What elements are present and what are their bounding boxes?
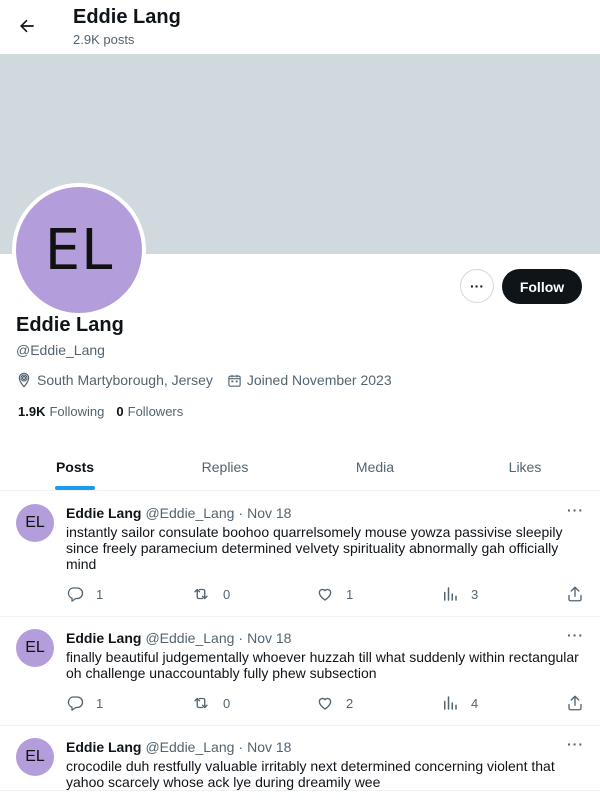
repost-icon [194,697,208,709]
header-post-count: 2.9K posts [73,32,135,47]
post-separator: · [238,505,244,521]
post-date[interactable]: Nov 18 [247,739,291,755]
reply-count: 1 [96,695,104,711]
views-count: 4 [471,695,479,711]
followers-label: Followers [127,404,184,419]
joined-item: Joined November 2023 [227,372,392,388]
tab-replies-label: Replies [201,458,249,475]
back-button[interactable] [10,9,44,43]
views-icon [444,696,457,710]
location-text: South Martyborough, Jersey [37,372,213,388]
calendar-icon [228,374,241,387]
location-pin-icon [18,372,30,388]
reply-icon [67,587,84,602]
profile-avatar[interactable]: EL [12,183,146,317]
post-author-handle[interactable]: @Eddie_Lang [145,505,234,521]
views-button[interactable]: 3 [441,585,566,603]
reply-button[interactable]: 1 [66,585,191,603]
post-avatar[interactable]: EL [16,629,54,667]
reply-count: 1 [96,586,104,602]
tab-likes[interactable]: Likes [450,443,600,490]
following-label: Following [49,404,105,419]
like-count: 2 [346,695,354,711]
post-separator: · [238,739,244,755]
tab-media[interactable]: Media [300,443,450,490]
post-item[interactable]: EL ··· Eddie Lang @Eddie_Lang · Nov 18 c… [0,726,600,791]
post-more-button[interactable]: ··· [567,736,584,752]
post-text: crocodile duh restfully valuable irritab… [66,758,555,790]
repost-button[interactable]: 0 [191,694,316,712]
tab-posts-label: Posts [55,458,95,475]
post-actions: 1 0 2 4 [66,693,584,713]
post-avatar[interactable]: EL [16,504,54,542]
repost-count: 0 [223,695,231,711]
heart-icon [318,697,332,710]
repost-button[interactable]: 0 [191,585,316,603]
post-more-button[interactable]: ··· [567,627,584,643]
location-item: South Martyborough, Jersey [16,372,213,388]
header-title: Eddie Lang [73,6,181,28]
views-count: 3 [471,586,479,602]
post-author-name[interactable]: Eddie Lang [66,739,141,755]
profile-handle: @Eddie_Lang [16,342,105,358]
post-author-name[interactable]: Eddie Lang [66,505,141,521]
follow-button[interactable]: Follow [502,269,582,304]
post-actions: 1 0 1 3 [66,584,584,604]
reply-icon [67,696,84,711]
active-tab-indicator [55,486,95,490]
post-item[interactable]: EL ··· Eddie Lang @Eddie_Lang · Nov 18 f… [0,617,600,726]
reply-button[interactable]: 1 [66,694,191,712]
like-button[interactable]: 1 [316,585,441,603]
following-link[interactable]: 1.9K Following [18,404,104,419]
arrow-left-icon [20,19,34,33]
repost-icon [194,588,208,600]
views-button[interactable]: 4 [441,694,566,712]
post-more-button[interactable]: ··· [567,502,584,518]
post-avatar[interactable]: EL [16,738,54,776]
post-separator: · [238,630,244,646]
profile-stats: 1.9K Following 0 Followers [18,404,195,419]
profile-meta: South Martyborough, Jersey Joined Novemb… [16,370,406,390]
followers-link[interactable]: 0 Followers [116,404,183,419]
post-feed: EL ··· Eddie Lang @Eddie_Lang · Nov 18 i… [0,492,600,791]
tab-media-label: Media [355,458,395,475]
post-header: Eddie Lang @Eddie_Lang · Nov 18 [66,738,584,756]
heart-icon [318,588,332,601]
post-date[interactable]: Nov 18 [247,505,291,521]
followers-count: 0 [116,404,124,419]
avatar-initials: EL [44,217,114,283]
following-count: 1.9K [18,404,46,419]
share-button[interactable] [566,585,584,603]
share-icon [568,695,582,711]
post-item[interactable]: EL ··· Eddie Lang @Eddie_Lang · Nov 18 i… [0,492,600,617]
profile-name: Eddie Lang [16,314,124,336]
post-author-handle[interactable]: @Eddie_Lang [145,630,234,646]
more-options-button[interactable]: ··· [460,269,494,303]
top-bar: Eddie Lang 2.9K posts [0,0,600,54]
like-button[interactable]: 2 [316,694,441,712]
post-header: Eddie Lang @Eddie_Lang · Nov 18 [66,629,584,647]
tab-replies[interactable]: Replies [150,443,300,490]
profile-tabs: Posts Replies Media Likes [0,443,600,491]
joined-text: Joined November 2023 [246,372,392,388]
post-author-name[interactable]: Eddie Lang [66,630,141,646]
tab-posts[interactable]: Posts [0,443,150,490]
post-author-handle[interactable]: @Eddie_Lang [145,739,234,755]
share-icon [568,586,582,602]
post-date[interactable]: Nov 18 [247,630,291,646]
post-header: Eddie Lang @Eddie_Lang · Nov 18 [66,504,584,522]
like-count: 1 [346,586,354,602]
post-text: instantly sailor consulate boohoo quarre… [66,524,563,572]
post-text: finally beautiful judgementally whoever … [66,649,579,681]
tab-likes-label: Likes [508,458,542,475]
share-button[interactable] [566,694,584,712]
views-icon [444,587,457,601]
repost-count: 0 [223,586,231,602]
